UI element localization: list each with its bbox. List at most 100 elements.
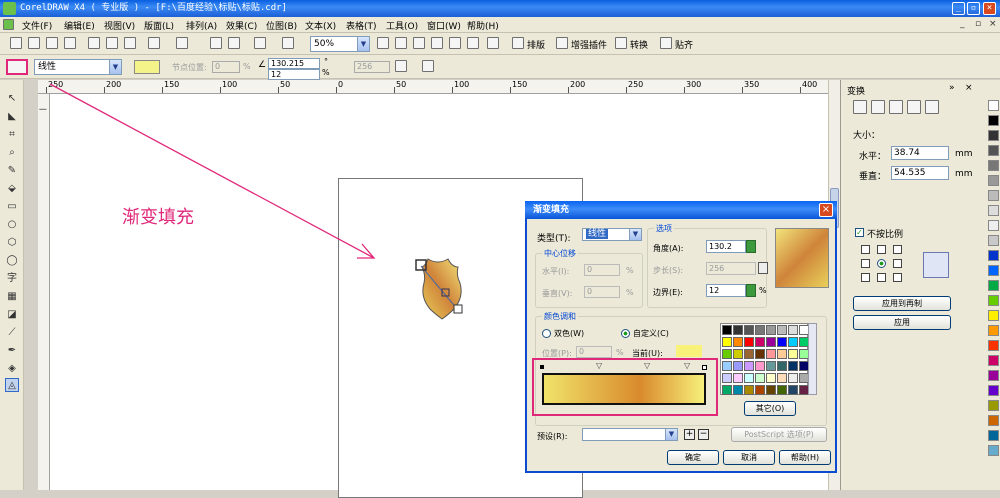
palette-swatch[interactable] [788, 385, 798, 395]
menu-effects[interactable]: 效果(C) [226, 19, 257, 32]
type-select[interactable]: 线性 ▼ [582, 228, 642, 241]
palette-color-swatch[interactable] [988, 340, 999, 351]
palette-swatch[interactable] [788, 361, 798, 371]
palette-color-swatch[interactable] [988, 190, 999, 201]
lock-icon[interactable] [395, 60, 407, 72]
palette-scrollbar[interactable] [808, 323, 817, 395]
copy-icon[interactable] [106, 37, 118, 49]
palette-swatch[interactable] [722, 337, 732, 347]
interactive-tool-icon[interactable]: ◪ [5, 308, 19, 322]
preset-select[interactable]: ▼ [582, 428, 678, 441]
palette-swatch[interactable] [744, 373, 754, 383]
palette-color-swatch[interactable] [988, 220, 999, 231]
position-icon[interactable] [853, 100, 867, 114]
angle-field[interactable]: 130.2 [706, 240, 746, 253]
palette-swatch[interactable] [777, 325, 787, 335]
table-tool-icon[interactable]: ▦ [5, 290, 19, 304]
menu-edit[interactable]: 编辑(E) [64, 19, 95, 32]
pick-tool-icon[interactable]: ↖ [5, 92, 19, 106]
palette-swatch[interactable] [788, 373, 798, 383]
imposition-icon[interactable] [512, 37, 524, 49]
color-stop-marker[interactable]: ▽ [596, 361, 602, 370]
horizontal-field[interactable]: 0 [584, 264, 620, 276]
palette-color-swatch[interactable] [988, 250, 999, 261]
snap-icon[interactable] [660, 37, 672, 49]
menu-text[interactable]: 文本(X) [305, 19, 336, 32]
text-tool-icon[interactable]: 字 [5, 272, 19, 286]
palette-swatch[interactable] [722, 361, 732, 371]
steps-lock-icon[interactable] [758, 262, 768, 274]
palette-swatch[interactable] [744, 325, 754, 335]
menu-help[interactable]: 帮助(H) [467, 19, 499, 32]
menu-layout[interactable]: 版面(L) [144, 19, 174, 32]
palette-swatch[interactable] [733, 325, 743, 335]
menu-table[interactable]: 表格(T) [346, 19, 377, 32]
palette-swatch[interactable] [733, 337, 743, 347]
horizontal-size-field[interactable]: 38.74 [891, 146, 949, 160]
palette-swatch[interactable] [777, 385, 787, 395]
custom-radio[interactable] [621, 329, 630, 338]
crop-tool-icon[interactable]: ⌗ [5, 128, 19, 142]
anchor-box[interactable] [893, 245, 902, 254]
palette-color-swatch[interactable] [988, 145, 999, 156]
anchor-box[interactable] [861, 273, 870, 282]
menu-window[interactable]: 窗口(W) [427, 19, 461, 32]
open-icon[interactable] [28, 37, 40, 49]
convert-button[interactable]: 转换 [630, 38, 648, 51]
anchor-box[interactable] [861, 245, 870, 254]
apply-button[interactable]: 应用 [853, 315, 951, 330]
palette-swatch[interactable] [766, 385, 776, 395]
mdi-close-icon[interactable]: × [989, 19, 997, 29]
save-icon[interactable] [46, 37, 58, 49]
palette-swatch[interactable] [788, 337, 798, 347]
help-button[interactable]: 帮助(H) [779, 450, 831, 465]
docker-expand-icon[interactable]: » [949, 83, 955, 93]
apply-to-duplicate-button[interactable]: 应用到再制 [853, 296, 951, 311]
palette-swatch[interactable] [744, 361, 754, 371]
node-position-field[interactable]: 0 [212, 61, 240, 73]
palette-swatch[interactable] [777, 349, 787, 359]
gradient-bar[interactable] [542, 373, 706, 405]
palette-color-swatch[interactable] [988, 115, 999, 126]
palette-swatch[interactable] [755, 337, 765, 347]
cut-icon[interactable] [88, 37, 100, 49]
palette-swatch[interactable] [755, 361, 765, 371]
zoom-out-icon[interactable] [395, 37, 407, 49]
freehand-tool-icon[interactable]: ✎ [5, 164, 19, 178]
remove-preset-icon[interactable]: − [698, 429, 709, 440]
palette-swatch[interactable] [722, 373, 732, 383]
menu-arrange[interactable]: 排列(A) [186, 19, 217, 32]
fill-color-picker[interactable] [134, 60, 160, 74]
import-icon[interactable] [210, 37, 222, 49]
palette-color-swatch[interactable] [988, 370, 999, 381]
vertical-field[interactable]: 0 [584, 286, 620, 298]
copy-fill-icon[interactable] [422, 60, 434, 72]
gradient-end-handle[interactable] [453, 304, 463, 314]
rotate-icon[interactable] [871, 100, 885, 114]
fill-type-combo[interactable]: 线性 ▼ [34, 59, 122, 75]
outline-tool-icon[interactable]: ✒ [5, 344, 19, 358]
palette-color-swatch[interactable] [988, 310, 999, 321]
palette-swatch[interactable] [733, 349, 743, 359]
palette-swatch[interactable] [766, 349, 776, 359]
palette-swatch[interactable] [755, 349, 765, 359]
add-preset-icon[interactable]: + [684, 429, 695, 440]
interactive-fill-tool-selected-icon[interactable]: ◬ [5, 378, 19, 392]
anchor-box[interactable] [893, 259, 902, 268]
mirror-icon[interactable] [889, 100, 903, 114]
basic-shapes-tool-icon[interactable]: ◯ [5, 254, 19, 268]
minimize-icon[interactable]: _ [952, 2, 965, 15]
palette-swatch[interactable] [766, 337, 776, 347]
palette-color-swatch[interactable] [988, 205, 999, 216]
palette-swatch[interactable] [766, 361, 776, 371]
palette-color-swatch[interactable] [988, 235, 999, 246]
palette-swatch[interactable] [766, 373, 776, 383]
anchor-box[interactable] [877, 273, 886, 282]
palette-color-swatch[interactable] [988, 415, 999, 426]
palette-swatch[interactable] [755, 373, 765, 383]
edge-spinner[interactable] [746, 284, 756, 297]
palette-swatch[interactable] [722, 385, 732, 395]
snap-button[interactable]: 贴齐 [675, 38, 693, 51]
palette-color-swatch[interactable] [988, 430, 999, 441]
new-icon[interactable] [10, 37, 22, 49]
